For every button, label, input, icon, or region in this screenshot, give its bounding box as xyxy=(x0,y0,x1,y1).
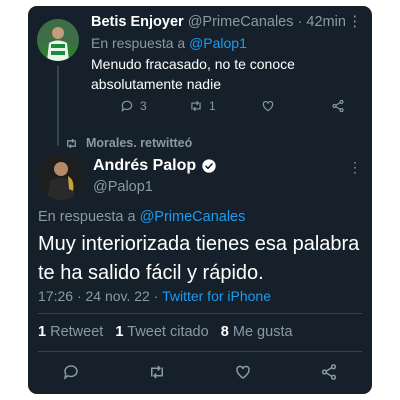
comment-icon xyxy=(63,365,78,380)
reply-tweet-text: Menudo fracasado, no te conoce absolutam… xyxy=(91,56,295,92)
main-action-like[interactable] xyxy=(234,363,252,386)
main-tweet-text: Muy interiorizada tienes esa palabra te … xyxy=(38,233,360,284)
likes-count: 8 xyxy=(220,324,229,340)
main-reply-context-label: En respuesta a xyxy=(38,209,136,225)
main-more-options-icon[interactable]: ⋮ xyxy=(348,159,362,176)
main-reply-context-mention[interactable]: @PrimeCanales xyxy=(140,209,246,225)
reply-action-like[interactable] xyxy=(261,99,275,113)
heart-icon xyxy=(262,101,274,112)
main-reply-context: En respuesta a @PrimeCanales xyxy=(38,209,245,225)
divider-bottom xyxy=(38,351,362,352)
main-tweet-stats: 1 Retweet 1 Tweet citado 8 Me gusta xyxy=(38,324,293,340)
reply-tweet-header: Betis Enjoyer @PrimeCanales · 42min ⋮ xyxy=(91,14,362,34)
reply-context: En respuesta a @Palop1 xyxy=(91,35,247,51)
thread-connector-line xyxy=(57,66,59,146)
reply-action-reply[interactable]: 3 xyxy=(120,99,147,113)
reply-separator: · xyxy=(297,14,303,30)
avatar-andres-palop[interactable] xyxy=(38,154,84,200)
main-action-share[interactable] xyxy=(320,363,338,386)
main-action-reply[interactable] xyxy=(62,363,80,386)
main-tweet-actions xyxy=(38,363,362,383)
verified-badge-icon xyxy=(202,159,216,173)
reply-tweet-actions: 3 1 xyxy=(91,99,361,119)
main-tweet-source[interactable]: Twitter for iPhone xyxy=(162,288,271,304)
reply-action-retweet[interactable]: 1 xyxy=(189,99,216,113)
heart-icon xyxy=(236,365,250,379)
retweets-label: Retweet xyxy=(50,324,104,340)
reply-count: 3 xyxy=(140,99,147,113)
reply-context-mention[interactable]: @Palop1 xyxy=(189,35,247,51)
likes-label: Me gusta xyxy=(232,324,293,340)
reply-action-share[interactable] xyxy=(331,99,345,113)
main-author-name[interactable]: Andrés Palop xyxy=(93,157,196,175)
retweeted-by-banner[interactable]: Morales. retwitteó xyxy=(65,136,192,150)
retweet-icon xyxy=(191,100,201,112)
reply-timestamp[interactable]: 42min xyxy=(306,14,346,30)
main-author-name-row[interactable]: Andrés Palop xyxy=(93,157,217,175)
tweet-thread-card: Betis Enjoyer @PrimeCanales · 42min ⋮ En… xyxy=(28,6,372,394)
main-meta-separator-1: · xyxy=(76,288,82,304)
stat-quotes[interactable]: 1 Tweet citado xyxy=(115,324,208,340)
main-author-handle[interactable]: @Palop1 xyxy=(93,179,153,195)
reply-author-name[interactable]: Betis Enjoyer xyxy=(91,14,184,30)
quotes-label: Tweet citado xyxy=(127,324,209,340)
main-tweet-time[interactable]: 17:26 xyxy=(38,288,73,304)
avatar-betis-enjoyer[interactable] xyxy=(37,19,79,61)
stat-likes[interactable]: 8 Me gusta xyxy=(221,324,293,340)
quotes-count: 1 xyxy=(115,324,124,340)
main-tweet-meta: 17:26 · 24 nov. 22 · Twitter for iPhone xyxy=(38,288,271,304)
main-tweet-date[interactable]: 24 nov. 22 xyxy=(86,288,150,304)
reply-context-label: En respuesta a xyxy=(91,35,186,51)
share-icon xyxy=(332,99,344,113)
retweets-count: 1 xyxy=(38,324,47,340)
comment-icon xyxy=(121,100,133,113)
divider-top xyxy=(38,313,362,314)
reply-more-options-icon[interactable]: ⋮ xyxy=(348,14,363,30)
retweet-icon xyxy=(151,365,163,379)
reply-author-handle[interactable]: @PrimeCanales xyxy=(188,14,294,30)
main-action-retweet[interactable] xyxy=(148,363,166,386)
main-meta-separator-2: · xyxy=(153,288,159,304)
retweet-count: 1 xyxy=(209,99,216,113)
share-icon xyxy=(321,364,337,380)
retweet-icon xyxy=(67,138,76,148)
retweeted-by-text: Morales. retwitteó xyxy=(86,136,193,150)
stat-retweets[interactable]: 1 Retweet xyxy=(38,324,103,340)
